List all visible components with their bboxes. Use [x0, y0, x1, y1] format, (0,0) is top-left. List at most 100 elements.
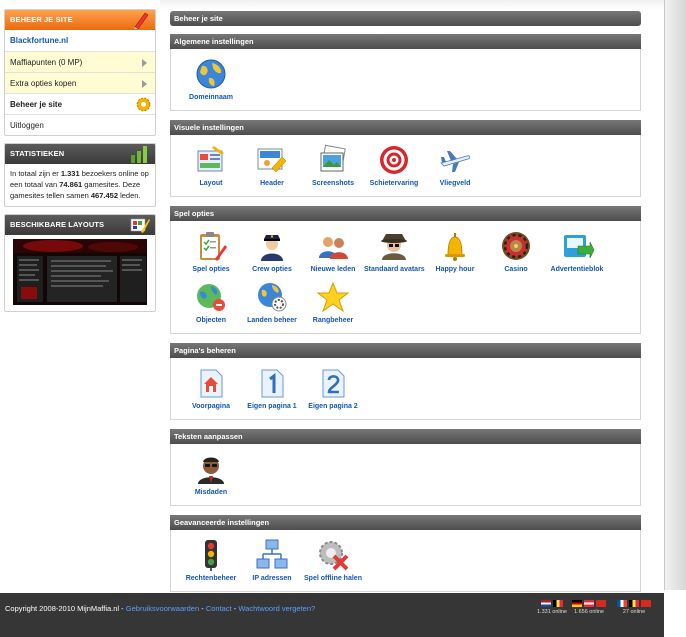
tile-header[interactable]: Header [242, 141, 302, 192]
users-icon [319, 237, 348, 259]
tile-label: Eigen pagina 2 [308, 403, 358, 410]
tile-label: Standaard avatars [364, 266, 425, 273]
gamesites-count: 74.861 [59, 180, 83, 189]
forgot-password-link[interactable]: Wachtwoord vergeten? [238, 604, 315, 613]
gear-icon [136, 97, 151, 112]
ad-icon [564, 235, 594, 259]
tile-vliegveld[interactable]: Vliegveld [425, 141, 485, 192]
top-shadow [160, 0, 664, 10]
main-content: Beheer je site Algemene instellingen Dom… [170, 11, 641, 601]
flag-group-fr-be-ch[interactable]: 27 online [617, 600, 651, 615]
sidebar-item-logout[interactable]: Uitloggen [5, 114, 155, 135]
online-count: 1.331 online [537, 609, 567, 615]
tile-label: Layout [199, 180, 223, 187]
section-edit-texts: Teksten aanpassen Misdaden [170, 429, 641, 506]
bell-icon [445, 233, 465, 261]
section-header: Pagina's beheren [170, 343, 641, 358]
tile-advertentieblok[interactable]: Advertentieblok [547, 227, 607, 278]
tile-eigen-pagina-2[interactable]: Eigen pagina 2 [303, 364, 363, 415]
sidebar-item-maffiapunten[interactable]: Maffiapunten (0 MP) [5, 51, 155, 72]
tile-objecten[interactable]: Objecten [181, 278, 241, 329]
chevron-right-icon [142, 80, 147, 88]
stats-box: STATISTIEKEN In totaal zijn er 1.331 bez… [4, 143, 156, 207]
tile-voorpagina[interactable]: Voorpagina [181, 364, 241, 415]
tile-standaard-avatars[interactable]: Standaard avatars [364, 227, 425, 278]
objects-icon [197, 284, 225, 311]
tile-label: Nieuwe leden [310, 266, 356, 273]
sidebar-item-extra-options[interactable]: Extra opties kopen [5, 72, 155, 93]
police-icon [261, 235, 283, 261]
layouts-header: BESCHIKBARE LAYOUTS [5, 215, 155, 235]
page-title: Beheer je site [170, 11, 641, 26]
footer-copyright: Copyright 2008-2010 MijnMaffia.nl - Gebr… [5, 604, 316, 613]
tile-label: Spel opties [192, 266, 230, 273]
tile-label: Advertentieblok [550, 266, 604, 273]
airplane-icon [440, 151, 471, 172]
avatar-icon [381, 234, 407, 260]
tile-rangbeheer[interactable]: Rangbeheer [303, 278, 363, 329]
netherlands-flag-icon [540, 600, 551, 607]
flag-group-nl-be[interactable]: 1.331 online [537, 600, 567, 615]
switzerland-flag-icon [641, 600, 651, 607]
stats-header: STATISTIEKEN [5, 144, 155, 164]
tile-domeinnaam[interactable]: Domeinnaam [181, 55, 241, 106]
section-header: Visuele instellingen [170, 120, 641, 135]
contact-link[interactable]: Contact [206, 604, 232, 613]
tile-label: Eigen pagina 1 [247, 403, 297, 410]
manage-box: BEHEER JE SITE Blackfortune.nl Maffiapun… [4, 9, 156, 136]
tile-layout[interactable]: Layout [181, 141, 241, 192]
tile-label: Casino [504, 266, 528, 273]
section-game-options: Spel opties Spel opties Crew opties Nieu… [170, 206, 641, 334]
home-page-icon [200, 369, 223, 398]
tile-label: Rangbeheer [312, 317, 354, 324]
mobster-icon [198, 457, 224, 484]
germany-flag-icon [572, 600, 582, 607]
tile-crew-opties[interactable]: Crew opties [242, 227, 302, 278]
header-icon [257, 148, 287, 173]
traffic-light-icon [205, 540, 217, 571]
tile-ip-adressen[interactable]: IP adressen [242, 536, 302, 587]
belgium-flag-icon [552, 600, 563, 607]
layout-icon [197, 146, 224, 172]
switzerland-flag-icon [596, 600, 606, 607]
tile-misdaden[interactable]: Misdaden [181, 450, 241, 501]
tile-label: Objecten [196, 317, 226, 324]
belgium-flag-icon [629, 600, 639, 607]
layouts-header-label: BESCHIKBARE LAYOUTS [10, 220, 105, 229]
tile-landen-beheer[interactable]: Landen beheer [242, 278, 302, 329]
chevron-right-icon [142, 59, 147, 67]
sidebar-item-site[interactable]: Blackfortune.nl [5, 30, 155, 51]
sidebar-item-manage-site[interactable]: Beheer je site [5, 93, 155, 114]
star-icon [316, 281, 350, 313]
tile-spel-opties[interactable]: Spel opties [181, 227, 241, 278]
online-count: 27 online [622, 609, 646, 615]
members-count: 467.452 [90, 191, 118, 200]
tile-label: Domeinnaam [189, 94, 233, 101]
tile-spel-offline-halen[interactable]: Spel offline halen [303, 536, 363, 587]
tile-nieuwe-leden[interactable]: Nieuwe leden [303, 227, 363, 278]
clipboard-icon [200, 232, 227, 261]
france-flag-icon [617, 600, 627, 607]
flag-group-de-at-ch[interactable]: 1.656 online [572, 600, 606, 615]
tile-label: Happy hour [435, 266, 475, 273]
footer: Copyright 2008-2010 MijnMaffia.nl - Gebr… [0, 593, 664, 637]
tile-casino[interactable]: Casino [486, 227, 546, 278]
tile-eigen-pagina-1[interactable]: Eigen pagina 1 [242, 364, 302, 415]
terms-link[interactable]: Gebruiksvoorwaarden [126, 604, 199, 613]
section-advanced-settings: Geavanceerde instellingen Rechtenbeheer [170, 515, 641, 592]
palette-icon [130, 218, 150, 233]
tile-label: Schietervaring [369, 180, 419, 187]
tile-label: Misdaden [194, 489, 228, 496]
layouts-box: BESCHIKBARE LAYOUTS [4, 214, 156, 312]
tile-label: Voorpagina [192, 403, 230, 410]
tile-label: Header [260, 180, 284, 187]
tile-screenshots[interactable]: Screenshots [303, 141, 363, 192]
tile-rechtenbeheer[interactable]: Rechtenbeheer [181, 536, 241, 587]
tile-schietervaring[interactable]: Schietervaring [364, 141, 424, 192]
page-shadow [664, 0, 686, 590]
section-header: Spel opties [170, 206, 641, 221]
layout-preview-image[interactable] [13, 239, 147, 305]
tile-label: Vliegveld [439, 180, 471, 187]
tile-happy-hour[interactable]: Happy hour [425, 227, 485, 278]
tile-label: IP adressen [252, 575, 292, 582]
